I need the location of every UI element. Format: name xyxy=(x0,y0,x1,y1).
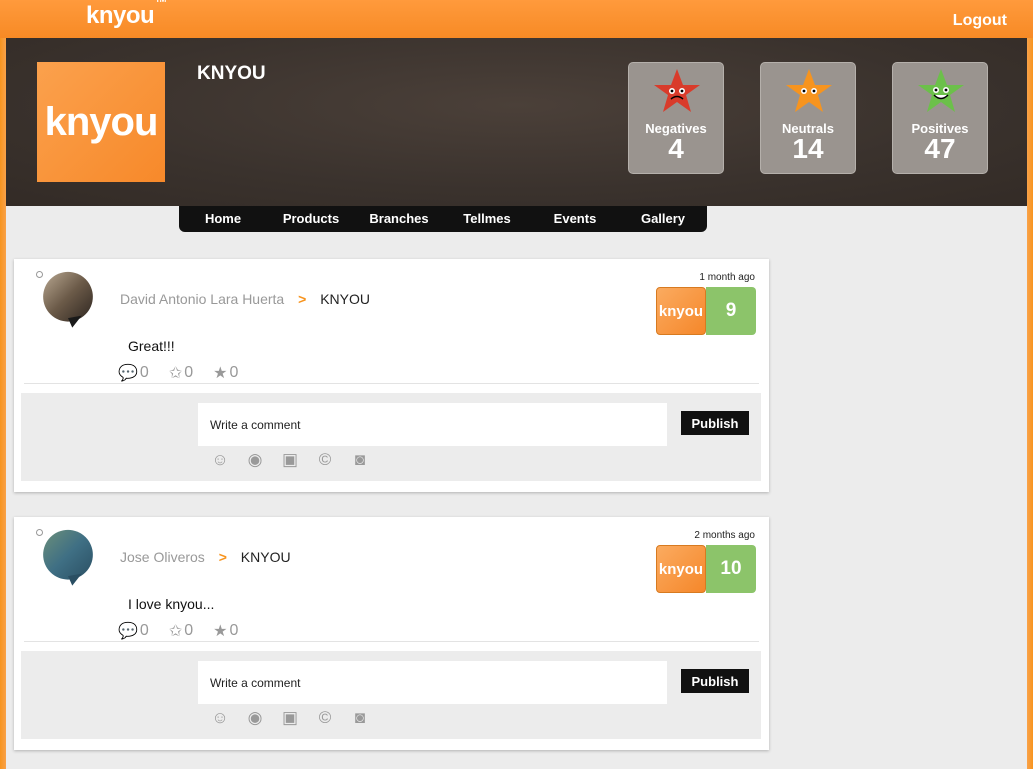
arrow-separator: > xyxy=(298,291,307,307)
publish-button[interactable]: Publish xyxy=(681,669,749,693)
author-name[interactable]: Jose Oliveros xyxy=(120,549,205,565)
post-message: Great!!! xyxy=(128,338,175,354)
star-count-value: 0 xyxy=(184,364,194,381)
neutral-star-icon xyxy=(786,69,832,112)
post-time: 1 month ago xyxy=(699,272,755,283)
post-message: I love knyou... xyxy=(128,596,215,612)
arrow-separator: > xyxy=(218,549,227,565)
video-icon[interactable]: ▣ xyxy=(280,708,300,728)
nav-tellmes[interactable]: Tellmes xyxy=(443,206,531,232)
eye-icon[interactable]: ◉ xyxy=(245,708,265,728)
comment-count[interactable]: 💬 0 xyxy=(118,363,149,383)
smiley-icon[interactable]: ☺ xyxy=(210,450,230,470)
comment-tools: ☺ ◉ ▣ © ◙ xyxy=(210,708,370,728)
target-name[interactable]: KNYOU xyxy=(241,549,291,565)
post-header: David Antonio Lara Huerta > KNYOU xyxy=(120,291,370,307)
post-card: David Antonio Lara Huerta > KNYOU 1 mont… xyxy=(14,259,769,492)
neutrals-stat[interactable]: Neutrals 14 xyxy=(760,62,856,174)
comment-box: Publish ☺ ◉ ▣ © ◙ xyxy=(21,651,761,739)
author-name[interactable]: David Antonio Lara Huerta xyxy=(120,291,284,307)
angry-star-icon xyxy=(654,69,700,112)
camera-icon[interactable]: ◙ xyxy=(350,708,370,728)
target-name[interactable]: KNYOU xyxy=(320,291,370,307)
comment-tools: ☺ ◉ ▣ © ◙ xyxy=(210,450,370,470)
negatives-stat[interactable]: Negatives 4 xyxy=(628,62,724,174)
nav-events[interactable]: Events xyxy=(531,206,619,232)
publish-button[interactable]: Publish xyxy=(681,411,749,435)
nav-home[interactable]: Home xyxy=(179,206,267,232)
divider xyxy=(24,641,759,642)
profile-logo: knyou xyxy=(37,62,165,182)
score-badge: 10 xyxy=(706,545,756,593)
positives-stat[interactable]: Positives 47 xyxy=(892,62,988,174)
profile-header: knyou KNYOU Negatives 4 Neutrals 14 Posi… xyxy=(6,38,1027,206)
brand-logo[interactable]: knyouTM xyxy=(86,0,166,30)
stat-value: 4 xyxy=(668,133,684,164)
brand-tm: TM xyxy=(155,0,166,4)
post-header: Jose Oliveros > KNYOU xyxy=(120,549,291,565)
post-counters: 💬 0 ✩ 0 ★ 0 xyxy=(118,363,238,383)
video-icon[interactable]: ▣ xyxy=(280,450,300,470)
brand-name: knyou xyxy=(86,2,155,29)
fav-count[interactable]: ★ 0 xyxy=(213,621,238,641)
score-logo: knyou xyxy=(656,545,706,593)
star-icon: ★ xyxy=(213,365,228,382)
nav-gallery[interactable]: Gallery xyxy=(619,206,707,232)
speech-bubble-icon: 💬 xyxy=(118,623,138,640)
camera-icon[interactable]: ◙ xyxy=(350,450,370,470)
fav-count[interactable]: ★ 0 xyxy=(213,363,238,383)
star-count[interactable]: ✩ 0 xyxy=(169,363,193,383)
avatar[interactable] xyxy=(38,271,98,331)
star-icon: ★ xyxy=(213,623,228,640)
comment-box: Publish ☺ ◉ ▣ © ◙ xyxy=(21,393,761,481)
stat-value: 47 xyxy=(924,133,956,164)
copyright-icon[interactable]: © xyxy=(315,450,335,470)
star-count-value: 0 xyxy=(184,622,194,639)
fav-count-value: 0 xyxy=(229,364,239,381)
score-logo: knyou xyxy=(656,287,706,335)
top-bar: knyouTM Logout xyxy=(0,0,1033,38)
star-outline-icon: ✩ xyxy=(168,623,183,640)
stat-value: 14 xyxy=(792,133,824,164)
star-outline-icon: ✩ xyxy=(168,365,183,382)
nav-branches[interactable]: Branches xyxy=(355,206,443,232)
happy-star-icon xyxy=(918,69,964,112)
eye-icon[interactable]: ◉ xyxy=(245,450,265,470)
logout-link[interactable]: Logout xyxy=(953,12,1007,30)
copyright-icon[interactable]: © xyxy=(315,708,335,728)
nav-products[interactable]: Products xyxy=(267,206,355,232)
score-badge: 9 xyxy=(706,287,756,335)
speech-bubble-icon: 💬 xyxy=(118,365,138,382)
comment-count-value: 0 xyxy=(139,364,149,381)
comment-input[interactable] xyxy=(198,403,667,446)
avatar[interactable] xyxy=(38,529,98,589)
comment-count[interactable]: 💬 0 xyxy=(118,621,149,641)
smiley-icon[interactable]: ☺ xyxy=(210,708,230,728)
post-time: 2 months ago xyxy=(694,530,755,541)
profile-title: KNYOU xyxy=(197,63,266,84)
comment-count-value: 0 xyxy=(139,622,149,639)
main-nav: Home Products Branches Tellmes Events Ga… xyxy=(179,206,707,232)
post-counters: 💬 0 ✩ 0 ★ 0 xyxy=(118,621,238,641)
comment-input[interactable] xyxy=(198,661,667,704)
fav-count-value: 0 xyxy=(229,622,239,639)
star-count[interactable]: ✩ 0 xyxy=(169,621,193,641)
post-card: Jose Oliveros > KNYOU 2 months ago knyou… xyxy=(14,517,769,750)
divider xyxy=(24,383,759,384)
